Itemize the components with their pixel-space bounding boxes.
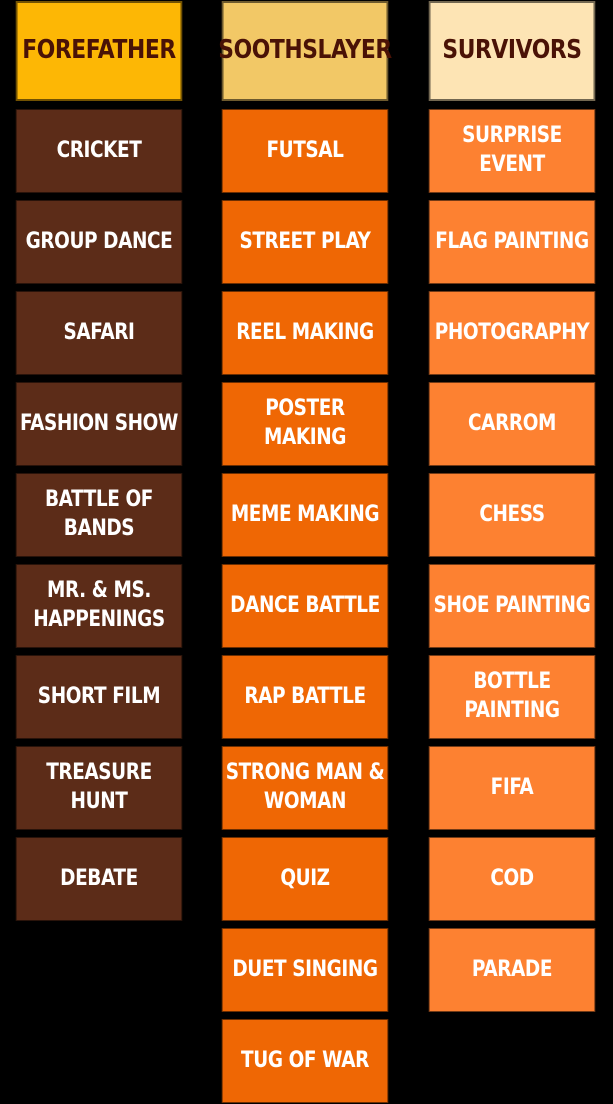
event-label: BATTLE OF BANDS xyxy=(45,487,153,541)
event-cell: STREET PLAY xyxy=(221,200,389,284)
event-cell: SHOE PAINTING xyxy=(428,564,596,648)
event-cell: SAFARI xyxy=(15,291,183,375)
event-label: DEBATE xyxy=(60,865,138,891)
event-label: COD xyxy=(490,865,534,891)
event-label: POSTER MAKING xyxy=(263,396,347,450)
event-label: DANCE BATTLE xyxy=(230,592,380,618)
event-cell: FLAG PAINTING xyxy=(428,200,596,284)
event-cell: QUIZ xyxy=(221,837,389,921)
event-cell: REEL MAKING xyxy=(221,291,389,375)
column-header-forefather: FOREFATHER xyxy=(15,1,183,101)
event-label: REEL MAKING xyxy=(236,319,374,345)
event-cell: PHOTOGRAPHY xyxy=(428,291,596,375)
event-label: SAFARI xyxy=(63,319,135,345)
events-board: FOREFATHER CRICKET GROUP DANCE SAFARI FA… xyxy=(0,0,613,1104)
event-cell: BOTTLE PAINTING xyxy=(428,655,596,739)
event-cell: CRICKET xyxy=(15,109,183,193)
event-label: CRICKET xyxy=(56,137,142,163)
event-cell: SHORT FILM xyxy=(15,655,183,739)
event-cell: DANCE BATTLE xyxy=(221,564,389,648)
event-label: FLAG PAINTING xyxy=(435,228,589,254)
event-label: FASHION SHOW xyxy=(20,410,178,436)
event-label: SURPRISE EVENT xyxy=(462,123,562,177)
event-label: DUET SINGING xyxy=(232,956,378,982)
event-label: SHORT FILM xyxy=(37,683,161,709)
event-label: FUTSAL xyxy=(266,137,344,163)
event-cell: STRONG MAN & WOMAN xyxy=(221,746,389,830)
event-cell: PARADE xyxy=(428,928,596,1012)
event-label: PHOTOGRAPHY xyxy=(434,319,590,345)
event-label: CHESS xyxy=(479,501,545,527)
column-header-soothslayer: SOOTHSLAYER xyxy=(218,1,392,101)
event-label: BOTTLE PAINTING xyxy=(464,669,560,723)
event-cell: FUTSAL xyxy=(221,109,389,193)
event-cell: FASHION SHOW xyxy=(15,382,183,466)
event-cell: CARROM xyxy=(428,382,596,466)
event-cell: MEME MAKING xyxy=(221,473,389,557)
event-cell: CHESS xyxy=(428,473,596,557)
event-cell: RAP BATTLE xyxy=(221,655,389,739)
event-label: TUG OF WAR xyxy=(241,1047,369,1073)
event-cell: DEBATE xyxy=(15,837,183,921)
event-cell: GROUP DANCE xyxy=(15,200,183,284)
event-label: FIFA xyxy=(490,774,534,800)
event-label: MEME MAKING xyxy=(230,501,380,527)
event-cell: COD xyxy=(428,837,596,921)
event-cell: DUET SINGING xyxy=(221,928,389,1012)
event-label: SHOE PAINTING xyxy=(433,592,591,618)
event-label: CARROM xyxy=(468,410,556,436)
event-label: MR. & MS. HAPPENINGS xyxy=(33,578,165,632)
event-label: TREASURE HUNT xyxy=(46,760,152,814)
event-label: GROUP DANCE xyxy=(25,228,173,254)
event-cell: TUG OF WAR xyxy=(221,1019,389,1103)
event-cell: BATTLE OF BANDS xyxy=(15,473,183,557)
event-label: QUIZ xyxy=(280,865,330,891)
event-label: STRONG MAN & WOMAN xyxy=(225,760,385,814)
event-cell: SURPRISE EVENT xyxy=(428,109,596,193)
column-header-label: FOREFATHER xyxy=(22,35,176,66)
column-header-label: SURVIVORS xyxy=(442,35,582,66)
column-header-label: SOOTHSLAYER xyxy=(218,35,392,66)
event-cell: TREASURE HUNT xyxy=(15,746,183,830)
event-cell: POSTER MAKING xyxy=(221,382,389,466)
event-label: PARADE xyxy=(471,956,553,982)
column-header-survivors: SURVIVORS xyxy=(428,1,596,101)
event-cell: FIFA xyxy=(428,746,596,830)
event-label: RAP BATTLE xyxy=(244,683,366,709)
event-cell: MR. & MS. HAPPENINGS xyxy=(15,564,183,648)
event-label: STREET PLAY xyxy=(239,228,371,254)
